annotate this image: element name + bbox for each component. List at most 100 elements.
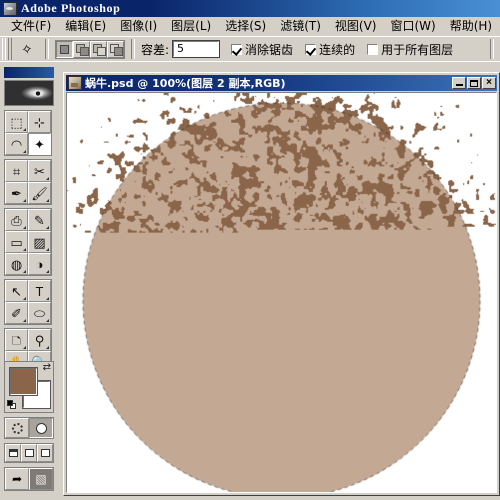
gradient-tool[interactable]: ▨: [28, 231, 51, 253]
tool-flyout-arrow-icon: [46, 270, 49, 273]
lasso-tool[interactable]: ◠: [5, 133, 28, 155]
eyedropper-icon: ⚲: [34, 332, 45, 348]
options-separator-3: [490, 39, 494, 59]
photoshop-window: Adobe Photoshop 文件(F) 编辑(E) 图像(I) 图层(L) 选择(S…: [0, 0, 500, 500]
notes-icon: 🗅: [11, 332, 22, 348]
eraser-tool[interactable]: ▭: [5, 231, 28, 253]
standard-screen-mode-icon: [8, 449, 18, 457]
eyedropper-tool[interactable]: ⚲: [28, 329, 51, 351]
add-to-selection-button[interactable]: [73, 40, 90, 58]
tool-section-3: ⎙ ✎ ▭ ▨ ◍ ◑: [4, 208, 52, 276]
menu-select[interactable]: 选择(S): [218, 16, 273, 36]
menu-filter[interactable]: 滤镜(T): [273, 16, 328, 36]
tool-flyout-arrow-icon: [23, 150, 26, 153]
jump-arrow-icon: ➦: [11, 472, 23, 486]
imageready-icon: ▧: [35, 472, 47, 486]
options-separator-2: [131, 39, 135, 59]
menu-edit[interactable]: 编辑(E): [58, 16, 113, 36]
imageready-icon-button[interactable]: ▧: [29, 468, 53, 490]
blur-tool[interactable]: ◍: [5, 253, 28, 275]
tool-flyout-arrow-icon: [46, 297, 49, 300]
photoshop-app-icon: [3, 1, 17, 16]
pen-icon: ✐: [11, 305, 22, 321]
tool-flyout-arrow-icon: [23, 226, 26, 229]
move-tool[interactable]: ⊹: [28, 111, 51, 133]
contiguous-label: 连续的: [319, 42, 356, 57]
pen-tool[interactable]: ✐: [5, 302, 28, 324]
healing-brush-icon: ✒: [11, 185, 22, 201]
mezzotint-noise-artwork[interactable]: [67, 93, 496, 492]
document-titlebar[interactable]: 蜗牛.psd @ 100%(图层 2 副本,RGB): [66, 75, 497, 91]
eraser-icon: ▭: [10, 234, 23, 250]
slice-icon: ✂: [34, 163, 45, 179]
new-selection-button[interactable]: [56, 40, 73, 58]
clone-stamp-tool[interactable]: ⎙: [5, 209, 28, 231]
doc-close-button[interactable]: [482, 77, 496, 89]
canvas-area[interactable]: [66, 92, 497, 493]
all-layers-checkbox[interactable]: 用于所有图层: [367, 41, 453, 58]
menu-view[interactable]: 视图(V): [328, 16, 384, 36]
dodge-icon: ◑: [35, 256, 44, 272]
menu-file[interactable]: 文件(F): [4, 16, 58, 36]
foreground-color-swatch[interactable]: [9, 367, 38, 396]
notes-tool[interactable]: 🗅: [5, 329, 28, 351]
active-tool-preview[interactable]: ✧: [15, 38, 39, 60]
app-title: Adobe Photoshop: [21, 1, 121, 15]
toolbox-titlebar[interactable]: [4, 67, 54, 78]
full-screen-mode-button[interactable]: [37, 444, 53, 462]
quick-mask-mode-button[interactable]: [29, 418, 53, 438]
tool-section-2: ⌗ ✂ ✒ 🖌: [4, 159, 52, 205]
paintbrush-icon: 🖌: [31, 185, 48, 201]
contiguous-checkbox[interactable]: 连续的: [305, 41, 355, 58]
anti-alias-checkbox[interactable]: 消除锯齿: [231, 41, 293, 58]
shape-tool[interactable]: ⬭: [28, 302, 51, 324]
magic-wand-tool[interactable]: ✦: [28, 133, 51, 155]
magic-wand-icon: ✦: [34, 136, 45, 152]
doc-minimize-button[interactable]: [452, 77, 466, 89]
tool-flyout-arrow-icon: [46, 346, 49, 349]
menu-window[interactable]: 窗口(W): [383, 16, 442, 36]
contiguous-checkbox-box: [305, 43, 317, 55]
add-to-selection-icon: [75, 43, 89, 56]
tool-section-1: ⬚ ⊹ ◠ ✦: [4, 110, 52, 156]
type-tool[interactable]: T: [28, 280, 51, 302]
full-screen-menubar-mode-button[interactable]: [21, 444, 37, 462]
default-colors-icon[interactable]: [7, 400, 17, 410]
tool-flyout-arrow-icon: [46, 319, 49, 322]
jump-to-imageready-button[interactable]: ➦: [5, 468, 29, 490]
toolbox-banner-image: [4, 80, 54, 106]
menu-help[interactable]: 帮助(H): [443, 16, 499, 36]
menu-image[interactable]: 图像(I): [113, 16, 164, 36]
swap-colors-icon[interactable]: ⇄: [43, 363, 51, 373]
intersect-selection-button[interactable]: [107, 40, 124, 58]
full-screen-mode-icon: [40, 449, 50, 457]
slice-tool[interactable]: ✂: [28, 160, 51, 182]
document-window: 蜗牛.psd @ 100%(图层 2 副本,RGB): [63, 72, 500, 496]
menubar: 文件(F) 编辑(E) 图像(I) 图层(L) 选择(S) 滤镜(T) 视图(V) 窗口(W)…: [0, 17, 500, 36]
paintbrush-tool[interactable]: 🖌: [28, 182, 51, 204]
standard-mode-icon: [11, 422, 23, 434]
doc-maximize-button[interactable]: [467, 77, 481, 89]
menu-layer[interactable]: 图层(L): [164, 16, 218, 36]
anti-alias-checkbox-box: [231, 43, 243, 55]
healing-brush-tool[interactable]: ✒: [5, 182, 28, 204]
jump-to-group: ➦ ▧: [4, 467, 54, 491]
tolerance-input[interactable]: 5: [172, 40, 221, 58]
tool-flyout-arrow-icon: [23, 297, 26, 300]
type-icon: T: [35, 283, 44, 299]
options-bar-grip[interactable]: [2, 38, 12, 60]
marquee-tool[interactable]: ⬚: [5, 111, 28, 133]
tool-flyout-arrow-icon: [23, 270, 26, 273]
dodge-tool[interactable]: ◑: [28, 253, 51, 275]
crop-tool[interactable]: ⌗: [5, 160, 28, 182]
options-bar: ✧ 容差: 5 消除锯齿 连续的 用于所有图层: [0, 36, 500, 62]
subtract-from-selection-button[interactable]: [90, 40, 107, 58]
marquee-icon: ⬚: [10, 114, 23, 130]
tool-flyout-arrow-icon: [46, 199, 49, 202]
history-brush-tool[interactable]: ✎: [28, 209, 51, 231]
all-layers-label: 用于所有图层: [381, 42, 454, 57]
standard-mode-button[interactable]: [5, 418, 29, 438]
tool-flyout-arrow-icon: [23, 346, 26, 349]
standard-screen-mode-button[interactable]: [5, 444, 21, 462]
path-selection-tool[interactable]: ↖: [5, 280, 28, 302]
